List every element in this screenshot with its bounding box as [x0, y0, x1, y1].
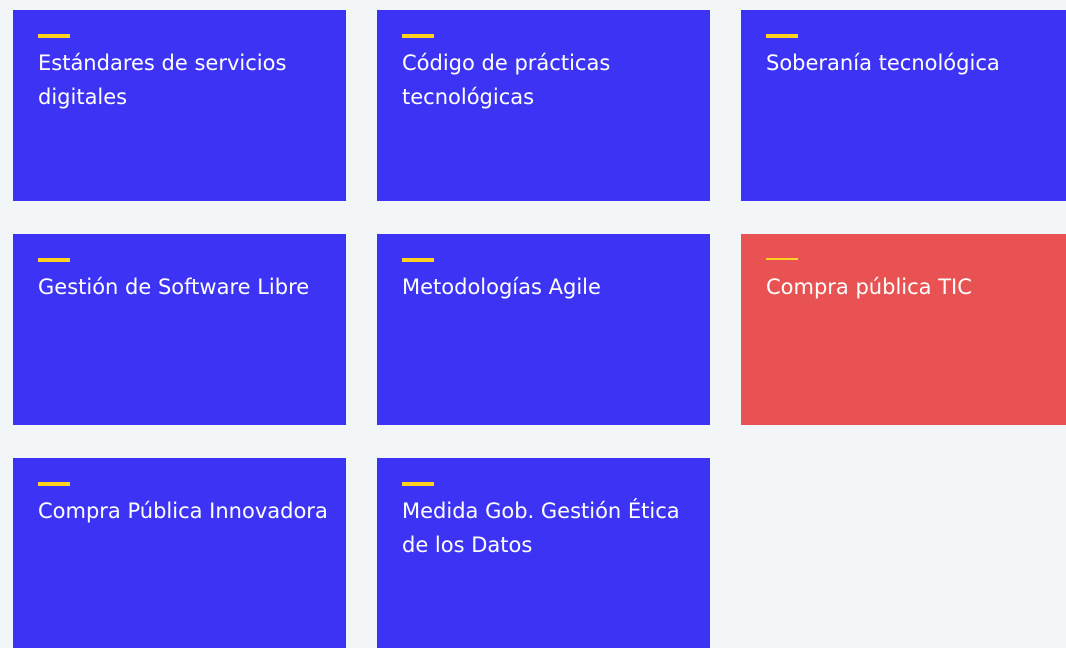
- tile-medida-gestion-etica-datos[interactable]: Medida Gob. Gestión Ética de los Datos: [377, 458, 710, 648]
- tile-codigo-practicas-tecnologicas[interactable]: Código de prácticas tecnológicas: [377, 10, 710, 201]
- accent-bar: [402, 34, 434, 38]
- accent-bar: [38, 34, 70, 38]
- accent-bar: [38, 258, 70, 262]
- tile-title: Estándares de servicios digitales: [38, 51, 287, 109]
- accent-bar: [766, 258, 798, 260]
- tile-compra-publica-tic[interactable]: Compra pública TIC: [741, 234, 1066, 425]
- tile-title: Soberanía tecnológica: [766, 51, 1000, 75]
- accent-bar: [38, 482, 70, 486]
- accent-bar: [402, 258, 434, 262]
- accent-bar: [766, 34, 798, 38]
- tile-soberania-tecnologica[interactable]: Soberanía tecnológica: [741, 10, 1066, 201]
- accent-bar: [402, 482, 434, 486]
- tile-metodologias-agile[interactable]: Metodologías Agile: [377, 234, 710, 425]
- tile-gestion-software-libre[interactable]: Gestión de Software Libre: [13, 234, 346, 425]
- tile-title: Medida Gob. Gestión Ética de los Datos: [402, 499, 680, 557]
- tile-compra-publica-innovadora[interactable]: Compra Pública Innovadora: [13, 458, 346, 648]
- tile-title: Compra pública TIC: [766, 275, 972, 299]
- tile-title: Metodologías Agile: [402, 275, 601, 299]
- tile-estandares-servicios-digitales[interactable]: Estándares de servicios digitales: [13, 10, 346, 201]
- tile-title: Gestión de Software Libre: [38, 275, 310, 299]
- tile-title: Compra Pública Innovadora: [38, 499, 328, 523]
- tile-title: Código de prácticas tecnológicas: [402, 51, 611, 109]
